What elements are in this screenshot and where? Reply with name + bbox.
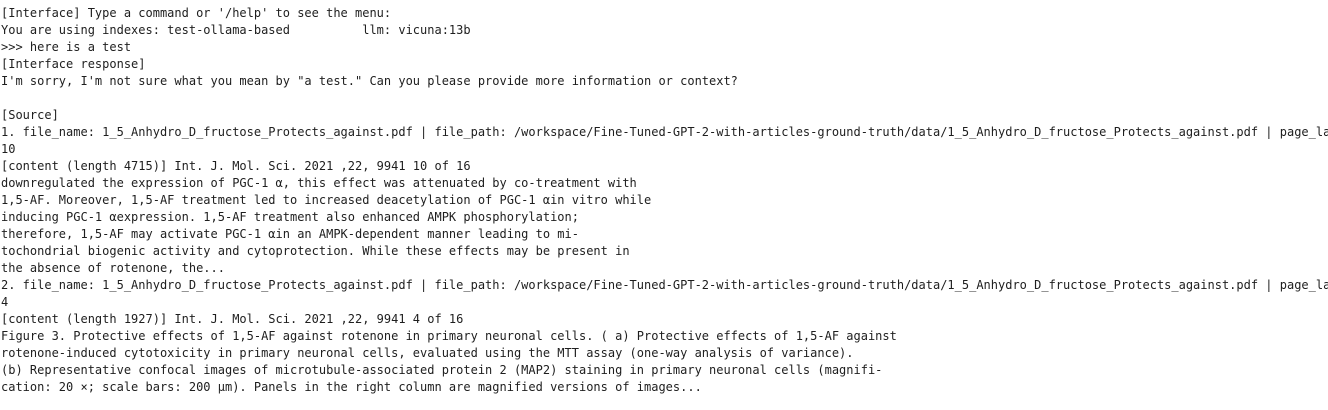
terminal-output[interactable]: [Interface] Type a command or '/help' to… xyxy=(0,0,1328,410)
source-content-line: cation: 20 ×; scale bars: 200 μm). Panel… xyxy=(1,380,702,394)
indexes-info-line: You are using indexes: test-ollama-based… xyxy=(1,23,471,37)
user-input-line: >>> here is a test xyxy=(1,40,132,54)
source-entry-2: 2. file_name: 1_5_Anhydro_D_fructose_Pro… xyxy=(1,277,1328,396)
source-page-label: 4 xyxy=(1,295,9,309)
response-text: I'm sorry, I'm not sure what you mean by… xyxy=(1,74,738,88)
source-content-line: downregulated the expression of PGC-1 α,… xyxy=(1,176,637,190)
source-entry-1: 1. file_name: 1_5_Anhydro_D_fructose_Pro… xyxy=(1,124,1328,277)
source-meta-line: 2. file_name: 1_5_Anhydro_D_fructose_Pro… xyxy=(1,278,1328,292)
source-content-line: rotenone-induced cytotoxicity in primary… xyxy=(1,346,854,360)
source-content-header: [content (length 4715)] Int. J. Mol. Sci… xyxy=(1,159,471,173)
source-page-label: 10 xyxy=(1,142,16,156)
interface-prompt-line: [Interface] Type a command or '/help' to… xyxy=(1,6,392,20)
source-content-line: inducing PGC-1 αexpression. 1,5-AF treat… xyxy=(1,210,579,224)
source-meta-line: 1. file_name: 1_5_Anhydro_D_fructose_Pro… xyxy=(1,125,1328,139)
source-content-line: Figure 3. Protective effects of 1,5-AF a… xyxy=(1,329,897,343)
source-content-line: 1,5-AF. Moreover, 1,5-AF treatment led t… xyxy=(1,193,652,207)
source-content-line: the absence of rotenone, the... xyxy=(1,261,225,275)
source-content-line: (b) Representative confocal images of mi… xyxy=(1,363,883,377)
source-content-line: therefore, 1,5-AF may activate PGC-1 αin… xyxy=(1,227,579,241)
source-content-line: tochondrial biogenic activity and cytopr… xyxy=(1,244,630,258)
response-header: [Interface response] xyxy=(1,57,146,71)
source-header: [Source] xyxy=(1,108,59,122)
source-content-header: [content (length 1927)] Int. J. Mol. Sci… xyxy=(1,312,464,326)
